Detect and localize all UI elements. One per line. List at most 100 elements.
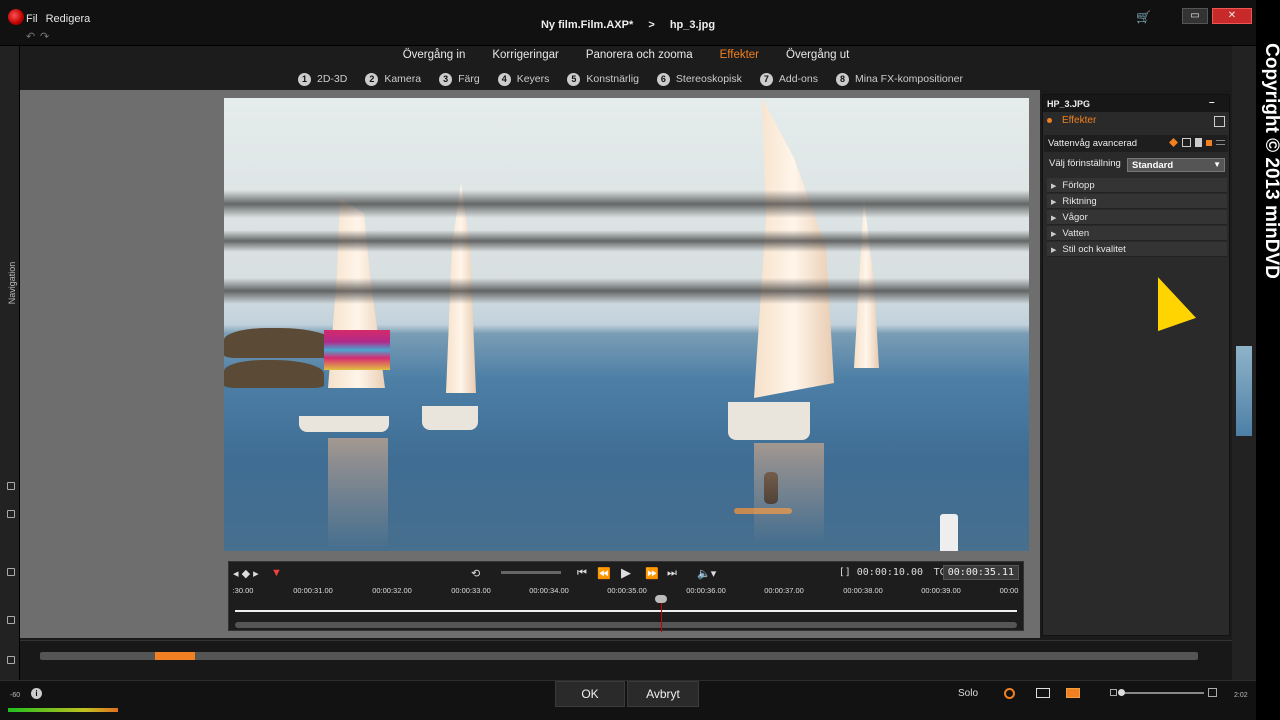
cancel-button[interactable]: Avbryt [627,681,699,707]
restore-button[interactable]: ▭ [1182,8,1208,24]
copyright-text: Copyright © 2013 minDVD [1261,43,1280,279]
thumbnail[interactable] [1236,346,1252,436]
audio-meter [8,708,118,712]
tab-overgang-ut[interactable]: Övergång ut [786,49,849,61]
ruler-tick: 00:00:31.00 [293,586,333,595]
tab-effekter[interactable]: Effekter [720,49,759,61]
document-title: Ny film.Film.AXP* > hp_3.jpg [0,19,1256,31]
ruler-tick: 00:00:32.00 [372,586,412,595]
scroll-track[interactable] [235,622,1017,628]
lock-icon[interactable] [7,510,15,518]
effects-label: Effekter [1062,115,1097,126]
effects-panel: HP_3.JPG – Effekter Vattenvåg avancerad … [1042,94,1230,636]
preset-label: Välj förinställning [1049,158,1121,169]
step-forward-icon[interactable]: ⏩ [645,567,659,580]
transport-controls: ◂ ◆ ▸ ▼ ⟲ ⏮ ⏪ ▶ ⏩ ⏭ 🔈▾ [] 00:00:10.00 TC… [228,561,1024,632]
trash-icon[interactable] [1195,138,1202,147]
category-label: Färg [458,73,480,85]
category-keyers[interactable]: 4 Keyers [497,73,549,86]
category-konstnarlig[interactable]: 5 Konstnärlig [567,73,639,86]
group-label: Vågor [1062,212,1088,223]
redo-icon[interactable]: ↷ [40,30,49,43]
window-icon[interactable] [1182,138,1191,147]
group-stil-kvalitet[interactable]: ▶ Stil och kvalitet [1047,242,1227,257]
group-riktning[interactable]: ▶ Riktning [1047,194,1227,209]
effects-header[interactable]: Effekter [1047,115,1227,131]
zoom-slider-knob[interactable] [1118,689,1125,696]
category-add-ons[interactable]: 7 Add-ons [759,73,818,86]
zoom-out-icon[interactable] [1110,689,1117,696]
expand-icon: ▶ [1051,247,1057,254]
marker-icon[interactable]: ▼ [271,567,282,579]
scrubber-handle[interactable] [655,595,667,603]
category-mina-fx[interactable]: 8 Mina FX-kompositioner [835,73,963,86]
lock-icon[interactable] [7,616,15,624]
navigation-label[interactable]: Navigation [7,253,17,313]
close-button[interactable]: ✕ [1212,8,1252,24]
cart-icon[interactable]: 🛒 [1136,10,1151,24]
tab-overgang-in[interactable]: Övergång in [403,49,466,61]
preset-dropdown[interactable]: Standard ▼ [1127,158,1225,172]
reflection [328,438,388,548]
timeline-scrollbar[interactable] [40,652,1198,660]
effect-name: Vattenvåg avancerad [1048,138,1138,149]
step-back-icon[interactable]: ⏪ [597,567,611,580]
category-farg[interactable]: 3 Färg [439,73,480,86]
undo-icon[interactable]: ↶ [26,30,35,43]
main-tabs: Övergång in Korrigeringar Panorera och z… [0,49,1252,61]
category-label: Kamera [384,73,422,85]
minimize-icon[interactable]: – [1209,97,1223,109]
current-timecode[interactable]: 00:00:35.11 [942,565,1019,580]
expand-icon: ▶ [1051,231,1057,238]
solo-toggle[interactable]: Solo [958,688,978,699]
group-vagor[interactable]: ▶ Vågor [1047,210,1227,225]
ruler-tick: 00:00:37.00 [764,586,804,595]
left-sidebar: Navigation [0,46,20,700]
zoom-slider[interactable] [1120,692,1204,694]
timeline-clip-marker[interactable] [155,652,195,660]
info-icon[interactable]: i [31,688,42,699]
ruler-tick: 00:00:38.00 [843,586,883,595]
clip-track[interactable] [235,610,1017,612]
color-swatch-icon[interactable] [1066,688,1080,698]
go-start-icon[interactable]: ⏮ [577,567,587,580]
lock-icon[interactable] [7,482,15,490]
effect-title-row[interactable]: Vattenvåg avancerad [1044,135,1228,152]
drag-handle-icon[interactable] [1216,140,1225,145]
time-ruler[interactable]: :30.00 00:00:31.00 00:00:32.00 00:00:33.… [233,586,1019,606]
category-2d-3d[interactable]: 1 2D-3D [298,73,347,86]
group-forlopp[interactable]: ▶ Förlopp [1047,178,1227,193]
volume-icon[interactable]: 🔈▾ [697,567,716,580]
go-end-icon[interactable]: ⏭ [667,567,677,580]
ok-button[interactable]: OK [555,681,625,707]
keyframe-icon[interactable]: ◂ ◆ ▸ [233,567,259,580]
zoom-in-icon[interactable] [1208,688,1217,697]
save-icon[interactable] [1214,116,1225,127]
toggle-icon[interactable] [1206,140,1212,146]
lock-icon[interactable] [7,568,15,576]
keyframe-icon[interactable] [1169,138,1178,147]
timeline [20,640,1232,680]
tab-korrigeringar[interactable]: Korrigeringar [492,49,558,61]
group-vatten[interactable]: ▶ Vatten [1047,226,1227,241]
ruler-tick: :30.00 [232,586,254,595]
group-label: Vatten [1062,228,1090,239]
loop-icon[interactable]: ⟲ [471,567,480,580]
category-stereoskopisk[interactable]: 6 Stereoskopisk [656,73,742,86]
playhead[interactable] [661,598,662,632]
target-icon[interactable] [1004,688,1015,699]
ruler-tick: 00:00:35.00 [607,586,647,595]
category-number: 7 [759,73,773,86]
external-window-icon[interactable] [1036,688,1050,698]
category-number: 6 [656,73,670,86]
tab-panorera[interactable]: Panorera och zooma [586,49,693,61]
project-name: Ny film.Film.AXP* [540,19,634,31]
category-kamera[interactable]: 2 Kamera [365,73,421,86]
play-icon[interactable]: ▶ [621,565,631,581]
lock-icon[interactable] [7,656,15,664]
group-label: Stil och kvalitet [1062,244,1126,255]
right-sidebar [1232,46,1256,700]
category-number: 4 [497,73,511,86]
file-name: hp_3.jpg [669,19,716,31]
shuttle-slider[interactable] [501,571,561,574]
